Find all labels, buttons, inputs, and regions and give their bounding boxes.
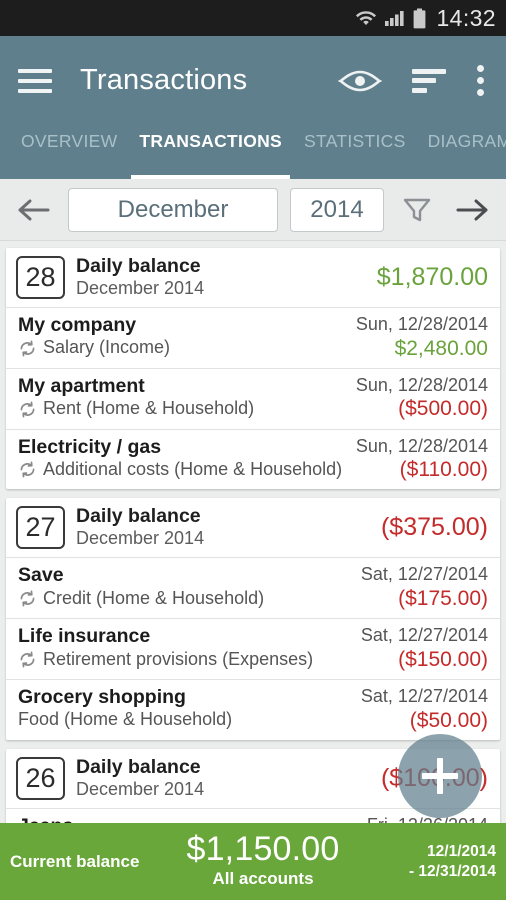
day-balance-amount: ($375.00) [380, 513, 488, 542]
add-transaction-fab[interactable] [398, 734, 482, 818]
current-balance-label: Current balance [10, 851, 140, 871]
hamburger-menu-icon[interactable] [18, 68, 52, 93]
sort-icon[interactable] [412, 68, 446, 93]
day-summary-header[interactable]: 28 Daily balance December 2014 $1,870.00 [6, 248, 500, 307]
transaction-amount: $2,480.00 [394, 336, 488, 360]
transaction-date: Sat, 12/27/2014 [360, 625, 488, 646]
period-navigation-bar: December 2014 [0, 179, 506, 241]
current-balance-amount: $1,150.00 [186, 830, 340, 869]
transaction-category: Rent (Home & Household) [18, 398, 348, 420]
battery-icon [414, 8, 426, 28]
status-bar-clock: 14:32 [436, 4, 496, 31]
plus-icon [422, 758, 458, 794]
day-number-badge: 27 [16, 506, 65, 550]
action-bar: Transactions [0, 36, 506, 125]
transaction-category: Additional costs (Home & Household) [18, 459, 348, 481]
transaction-title: Jeans [18, 815, 359, 823]
wifi-icon [356, 11, 377, 25]
tab-statistics[interactable]: STATISTICS [293, 125, 417, 179]
transaction-title: Electricity / gas [18, 435, 162, 458]
recurring-icon [20, 401, 35, 417]
transaction-category-label: Additional costs (Home & Household) [43, 459, 343, 480]
arrow-right-icon[interactable] [450, 197, 492, 223]
page-title: Transactions [80, 64, 248, 96]
transaction-title: Grocery shopping [18, 686, 186, 709]
transaction-date: Sun, 12/28/2014 [355, 314, 488, 335]
recurring-icon [20, 340, 35, 357]
tab-transactions[interactable]: TRANSACTIONS [128, 125, 293, 179]
day-summary-subtitle: December 2014 [76, 277, 205, 298]
date-range: 12/1/2014 - 12/31/2014 [376, 842, 496, 881]
recurring-icon [20, 651, 35, 668]
transaction-category: Food (Home & Household) [18, 709, 353, 731]
transaction-date: Sat, 12/27/2014 [360, 564, 488, 585]
filter-funnel-icon[interactable] [396, 195, 438, 225]
recurring-icon [20, 590, 35, 607]
transaction-row[interactable]: Electricity / gas Additional costs (Home… [6, 428, 500, 490]
transaction-title: Life insurance [18, 625, 151, 648]
transaction-title: My company [18, 314, 137, 337]
transaction-amount: ($110.00) [399, 458, 488, 482]
day-balance-amount: $1,870.00 [376, 263, 488, 292]
transaction-amount: ($150.00) [398, 647, 488, 671]
tab-overview[interactable]: OVERVIEW [10, 125, 128, 179]
transaction-category-label: Retirement provisions (Expenses) [43, 648, 314, 669]
transaction-title: Save [18, 564, 64, 587]
day-summary-header[interactable]: 27 Daily balance December 2014 ($375.00) [6, 498, 500, 557]
transaction-row[interactable]: Save Credit (Home & Household) Sat, 12/2… [6, 557, 500, 618]
transaction-date: Sun, 12/28/2014 [355, 435, 488, 456]
balance-footer[interactable]: Current balance $1,150.00 All accounts 1… [0, 823, 506, 900]
transaction-category: Salary (Income) [18, 337, 348, 359]
day-number-badge: 28 [16, 256, 65, 300]
transaction-category-label: Food (Home & Household) [18, 709, 233, 730]
day-number-badge: 26 [16, 756, 65, 800]
day-summary-title: Daily balance [76, 755, 201, 778]
day-summary-subtitle: December 2014 [76, 778, 205, 799]
transaction-row[interactable]: My apartment Rent (Home & Household) Sun… [6, 367, 500, 429]
transaction-category: Credit (Home & Household) [18, 588, 353, 610]
day-card[interactable]: 28 Daily balance December 2014 $1,870.00… [6, 248, 500, 490]
recurring-icon [20, 461, 35, 478]
overflow-menu-icon[interactable] [476, 65, 484, 96]
signal-icon [385, 11, 405, 26]
date-range-to: - 12/31/2014 [408, 862, 496, 880]
transaction-category-label: Credit (Home & Household) [43, 587, 265, 608]
month-selector[interactable]: December [68, 187, 278, 232]
year-selector[interactable]: 2014 [290, 187, 384, 232]
tab-bar: OVERVIEW TRANSACTIONS STATISTICS DIAGRAM… [0, 125, 506, 179]
transaction-amount: ($500.00) [398, 397, 488, 421]
transaction-category-label: Rent (Home & Household) [43, 398, 255, 419]
transaction-category-label: Salary (Income) [43, 337, 171, 358]
transaction-title: My apartment [18, 374, 145, 397]
day-summary-title: Daily balance [76, 255, 201, 277]
transaction-row[interactable]: My company Salary (Income) Sun, 12/28/20… [6, 307, 500, 368]
tab-diagram[interactable]: DIAGRAM [417, 125, 506, 179]
status-bar: 14:32 [0, 0, 506, 36]
transaction-amount: ($175.00) [398, 587, 488, 611]
transaction-row[interactable]: Grocery shopping Food (Home & Household)… [6, 679, 500, 740]
transaction-row[interactable]: Life insurance Retirement provisions (Ex… [6, 618, 500, 679]
eye-icon[interactable] [338, 67, 382, 95]
date-range-from: 12/1/2014 [427, 843, 496, 861]
transaction-date: Sun, 12/28/2014 [355, 374, 488, 395]
arrow-left-icon[interactable] [14, 197, 56, 223]
transaction-category: Retirement provisions (Expenses) [18, 649, 353, 671]
transaction-amount: ($50.00) [409, 708, 488, 732]
accounts-label: All accounts [212, 868, 314, 888]
transaction-date: Sat, 12/27/2014 [360, 686, 488, 707]
day-card[interactable]: 27 Daily balance December 2014 ($375.00)… [6, 498, 500, 740]
day-summary-title: Daily balance [76, 505, 201, 528]
day-summary-subtitle: December 2014 [76, 528, 205, 549]
